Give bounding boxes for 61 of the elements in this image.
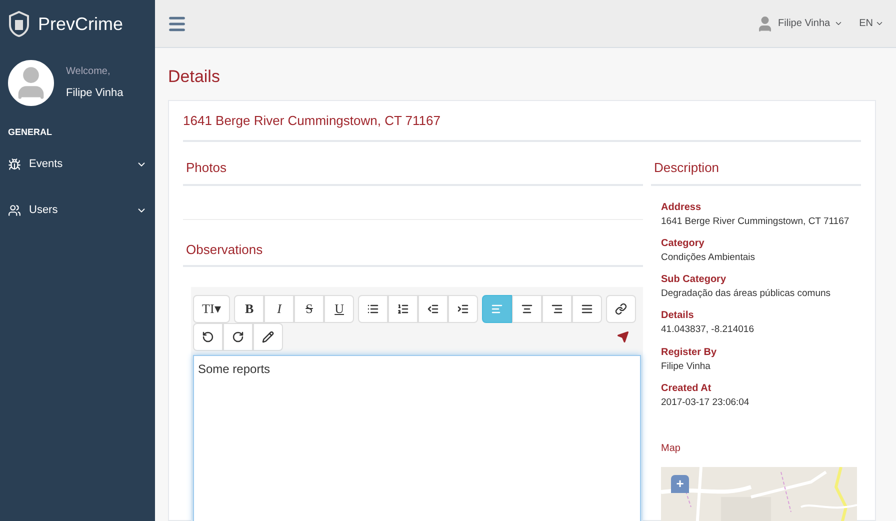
chevron-icon: [875, 19, 884, 28]
address-heading: 1641 Berge River Cummingstown, CT 71167: [183, 100, 861, 142]
send-icon[interactable]: [617, 331, 629, 343]
welcome-text: Welcome,: [66, 65, 112, 80]
align-justify-icon: [581, 303, 594, 315]
users-icon: [8, 204, 21, 217]
field-value: Condições Ambientais: [661, 250, 756, 265]
link-icon: [615, 303, 628, 315]
photos-heading: Photos: [183, 152, 643, 186]
map-heading: Map: [661, 442, 682, 456]
field-value: 2017-03-17 23:06:04: [661, 396, 750, 410]
brand-name[interactable]: PrevCrime: [38, 10, 124, 38]
field-value: Degradação das áreas públicas comuns: [661, 287, 832, 301]
align-center-icon: [521, 303, 534, 315]
sidebar-item[interactable]: Users: [0, 190, 155, 232]
field-value: 41.043837, -8.214016: [661, 323, 755, 338]
section-heading: GENERAL: [7, 126, 54, 139]
field-label: Sub Category: [661, 273, 728, 287]
field-label: Created At: [661, 382, 712, 396]
toolbar-button[interactable]: [448, 295, 478, 323]
redo-icon: [232, 331, 244, 343]
shield-logo-icon: [8, 11, 30, 37]
format-button[interactable]: I: [264, 295, 294, 323]
format-button[interactable]: B: [234, 295, 264, 323]
field-value: 1641 Berge River Cummingstown, CT 71167: [661, 214, 850, 228]
toolbar-button[interactable]: [512, 295, 542, 323]
toolbar-button[interactable]: [572, 295, 602, 323]
outdent-icon: [427, 303, 440, 315]
bullet-list-icon: [367, 303, 380, 315]
field-label: Address: [661, 200, 702, 214]
toolbar-button[interactable]: [542, 295, 572, 323]
language-menu[interactable]: EN: [859, 16, 884, 31]
user-name: Filipe Vinha: [66, 86, 124, 102]
user-menu[interactable]: Filipe Vinha: [756, 14, 844, 32]
sidebar-item[interactable]: Events: [0, 144, 155, 186]
format-button[interactable]: U: [324, 295, 354, 323]
toolbar-button[interactable]: [193, 323, 223, 351]
toolbar-button[interactable]: [253, 323, 283, 351]
format-button[interactable]: S: [294, 295, 324, 323]
field-label: Register By: [661, 346, 718, 360]
pencil-icon: [262, 331, 274, 343]
format-button[interactable]: TI▾: [193, 295, 230, 323]
field-value: Filipe Vinha: [661, 360, 712, 374]
toolbar-button[interactable]: [223, 323, 253, 351]
toolbar-button[interactable]: [388, 295, 418, 323]
chevron-icon: [834, 19, 844, 28]
page-title: Details: [167, 66, 221, 88]
toolbar-button[interactable]: [606, 295, 636, 323]
indent-icon: [457, 303, 470, 315]
align-right-icon: [551, 303, 564, 315]
description-heading: Description: [651, 152, 861, 186]
align-left-icon: [491, 303, 504, 315]
observations-textarea[interactable]: Some reports: [193, 355, 641, 521]
field-label: Category: [661, 236, 706, 251]
bug-icon: [8, 158, 21, 171]
toolbar-button[interactable]: [358, 295, 388, 323]
observations-heading: Observations: [183, 220, 643, 267]
field-label: Details: [661, 309, 695, 324]
undo-icon: [202, 331, 214, 343]
numbered-list-icon: [397, 303, 410, 315]
toolbar-button[interactable]: [418, 295, 448, 323]
